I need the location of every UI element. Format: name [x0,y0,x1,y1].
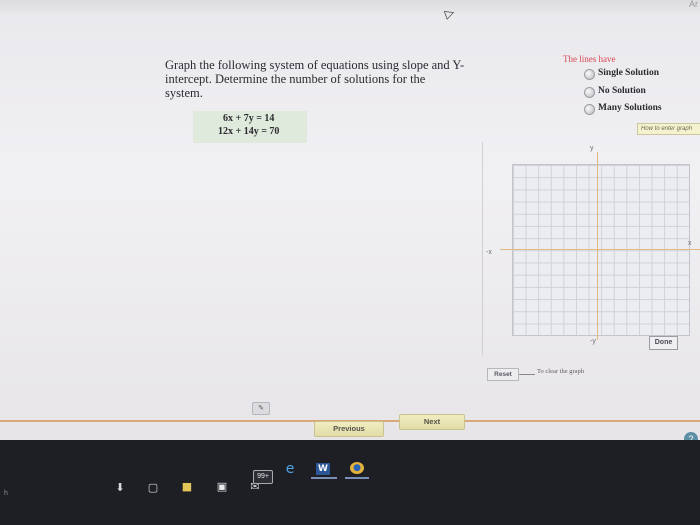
taskbar: ⬇ ▢ ■ ▣ ✉ e W ● [0,440,700,525]
x-axis-label: x [688,240,692,247]
radio-icon[interactable] [584,104,595,115]
microphone-icon[interactable]: ⬇ [113,482,127,494]
pencil-icon[interactable]: ✎ [252,402,270,415]
next-button[interactable]: Next [399,414,465,430]
question-text: Graph the following system of equations … [165,58,465,100]
graph-grid[interactable] [512,164,690,336]
notification-badge: 99+ [253,470,273,484]
how-to-enter-graph-button[interactable]: How to enter graph [637,123,700,135]
store-icon[interactable]: ▣ [215,481,229,493]
edge-icon[interactable]: e [283,462,297,476]
done-button[interactable]: Done [649,336,678,350]
browser-top-bar: Ar [0,0,700,14]
previous-button[interactable]: Previous [314,421,384,437]
option-label: Single Solution [598,68,659,78]
neg-y-axis-label: -y [590,338,596,345]
x-axis [500,249,700,250]
reset-connector [519,374,535,375]
y-axis-label: y [590,145,594,152]
file-explorer-icon[interactable]: ■ [180,481,194,493]
top-bar-text: Ar [689,0,698,9]
app-window: Ar ▷ Graph the following system of equat… [0,0,700,440]
chrome-icon[interactable]: ● [350,462,364,474]
option-label: Many Solutions [598,103,662,113]
answer-options: The lines have Single Solution No Soluti… [560,52,700,118]
corner-glyph: h [4,490,8,497]
task-view-icon[interactable]: ▢ [146,482,160,494]
y-axis [597,152,598,340]
reset-note: To clear the graph [537,368,585,375]
option-label: No Solution [598,86,646,96]
chrome-active-indicator [345,477,369,479]
equation-2: 12x + 14y = 70 [218,126,280,137]
options-heading: The lines have [563,54,616,64]
word-icon[interactable]: W [316,463,330,475]
equation-1: 6x + 7y = 14 [223,113,275,124]
reset-button[interactable]: Reset [487,368,519,381]
radio-icon[interactable] [584,69,595,80]
equation-box: 6x + 7y = 14 12x + 14y = 70 [193,111,307,143]
radio-icon[interactable] [584,87,595,98]
word-active-indicator [311,477,337,479]
neg-x-axis-label: -x [486,249,492,256]
